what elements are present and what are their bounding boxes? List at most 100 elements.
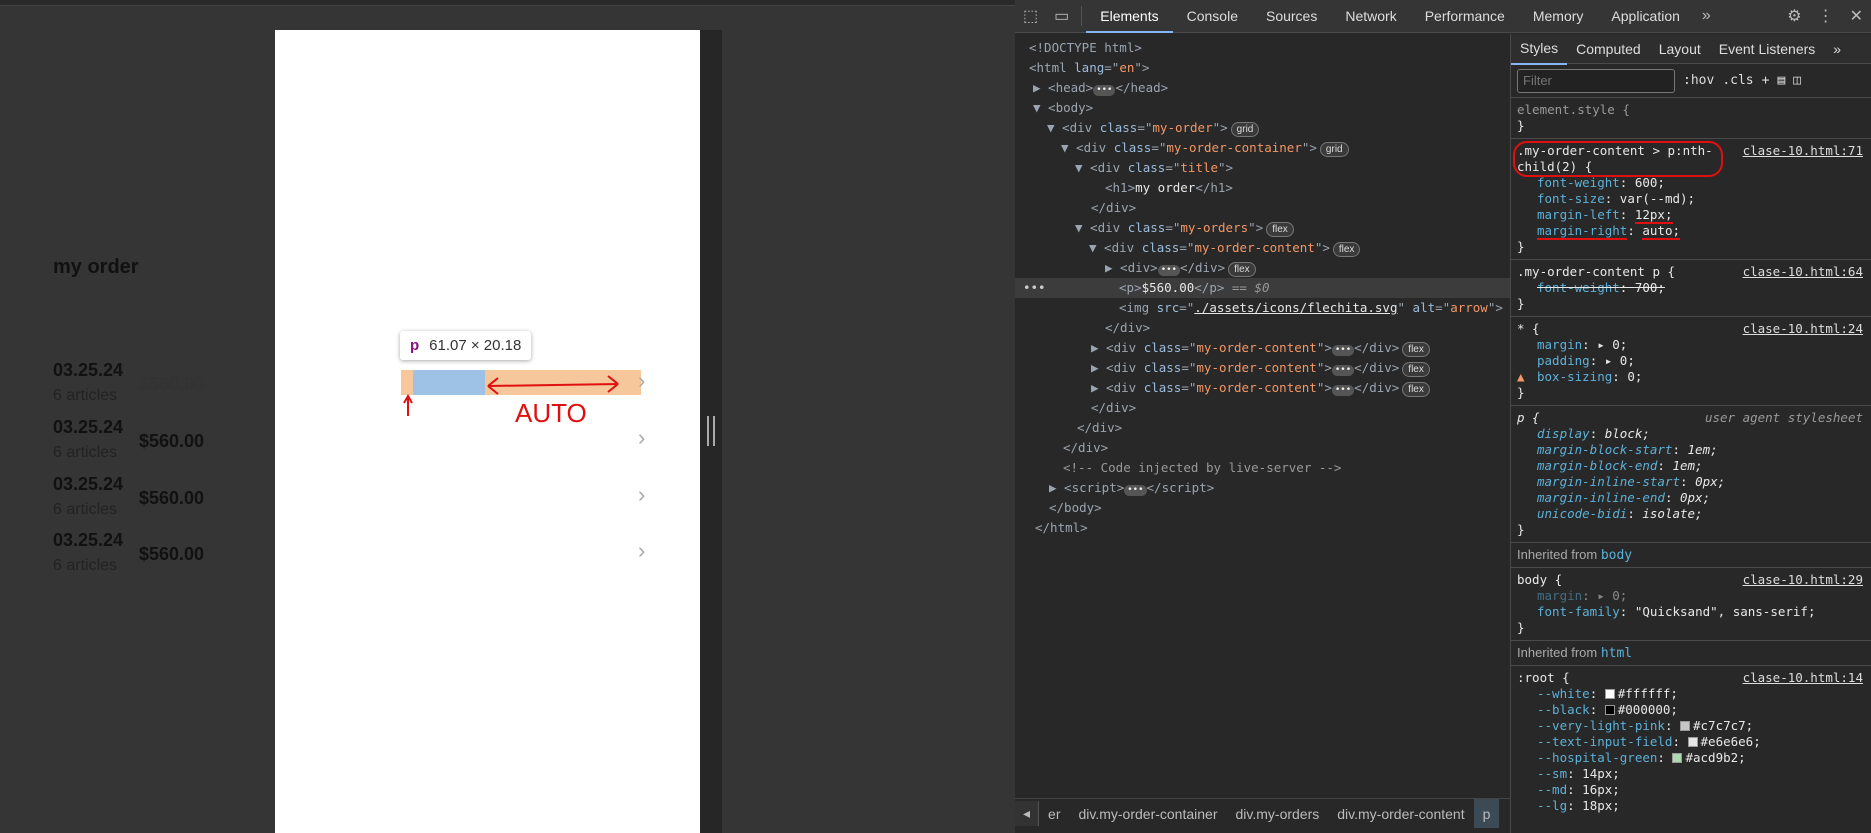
rule-element-style[interactable]: element.style {} bbox=[1511, 98, 1871, 139]
tab-memory[interactable]: Memory bbox=[1519, 0, 1598, 33]
rule-nth-child[interactable]: .my-order-content > p:nth- child(2) { cl… bbox=[1511, 139, 1871, 260]
order-row[interactable]: 03.25.24 6 articles $560.00 › bbox=[53, 417, 645, 473]
dom-close: </div> bbox=[1105, 320, 1151, 335]
paint-brush-icon[interactable]: ▤ bbox=[1777, 73, 1785, 88]
source-link[interactable]: clase-10.html:64 bbox=[1743, 264, 1863, 279]
dom-node-p-selected[interactable]: ••• <p>$560.00</p> == $0 bbox=[1015, 278, 1510, 298]
more-options-icon[interactable]: ⋮ bbox=[1810, 6, 1842, 26]
order-row[interactable]: 03.25.24 6 articles $560.00 › bbox=[53, 360, 645, 416]
tooltip-tag: p bbox=[410, 337, 420, 354]
source-link[interactable]: clase-10.html:71 bbox=[1743, 143, 1863, 158]
source-link[interactable]: clase-10.html:14 bbox=[1743, 670, 1863, 685]
dom-node-script[interactable]: ▶ <script> ••• </script> bbox=[1049, 478, 1214, 498]
chevron-right-icon[interactable]: › bbox=[638, 538, 645, 564]
more-subtabs-icon[interactable]: » bbox=[1824, 34, 1850, 64]
device-toggle-icon[interactable]: ▭ bbox=[1046, 6, 1077, 26]
dom-close: </div> bbox=[1091, 400, 1137, 415]
dom-doctype[interactable]: <!DOCTYPE html> bbox=[1029, 38, 1142, 58]
order-articles: 6 articles bbox=[53, 501, 118, 518]
breadcrumb-item[interactable]: div.my-order-container bbox=[1069, 806, 1226, 822]
devtools-tabbar: ⬚ ▭ Elements Console Sources Network Per… bbox=[1015, 0, 1871, 33]
breadcrumb-item[interactable]: div.my-orders bbox=[1227, 806, 1329, 822]
dom-node-my-orders[interactable]: ▼ <div class="my-orders"> flex bbox=[1075, 218, 1294, 238]
dom-node-h1[interactable]: <h1>my order</h1> bbox=[1105, 178, 1233, 198]
tab-console[interactable]: Console bbox=[1173, 0, 1252, 33]
subtab-styles[interactable]: Styles bbox=[1511, 33, 1568, 65]
dom-node-my-order-content[interactable]: ▶ <div class="my-order-content"> ••• </div… bbox=[1091, 358, 1430, 378]
toggle-sidebar-icon[interactable]: ◫ bbox=[1793, 73, 1801, 88]
breadcrumb-item[interactable]: div.my-order-content bbox=[1328, 806, 1473, 822]
inspect-element-icon[interactable]: ⬚ bbox=[1015, 6, 1046, 26]
color-swatch[interactable] bbox=[1680, 721, 1690, 731]
subtab-computed[interactable]: Computed bbox=[1567, 34, 1650, 64]
color-swatch[interactable] bbox=[1687, 737, 1698, 747]
order-articles: 6 articles bbox=[53, 387, 118, 404]
dom-node-body[interactable]: ▼ <body> bbox=[1033, 98, 1093, 118]
devtools-panel: ⬚ ▭ Elements Console Sources Network Per… bbox=[1015, 0, 1871, 833]
source-link[interactable]: clase-10.html:29 bbox=[1743, 572, 1863, 587]
selector-annotation-circle bbox=[1513, 141, 1723, 177]
styles-toolbar: :hov .cls + ▤ ◫ bbox=[1511, 64, 1871, 98]
tab-application[interactable]: Application bbox=[1597, 0, 1694, 33]
tab-network[interactable]: Network bbox=[1331, 0, 1410, 33]
dom-node-my-order-content[interactable]: ▼ <div class="my-order-content"> flex bbox=[1089, 238, 1361, 258]
order-price: $560.00 bbox=[139, 544, 205, 564]
dom-node-html[interactable]: <html lang="en"> bbox=[1029, 58, 1149, 78]
inherited-body-link[interactable]: body bbox=[1601, 548, 1632, 563]
dom-node-my-order-content[interactable]: ▶ <div class="my-order-content"> ••• </div… bbox=[1091, 338, 1430, 358]
element-tooltip: p 61.07 × 20.18 bbox=[400, 331, 532, 360]
tooltip-size: 61.07 × 20.18 bbox=[429, 337, 522, 354]
tab-performance[interactable]: Performance bbox=[1411, 0, 1519, 33]
dom-node-div[interactable]: ▶ <div> ••• </div> flex bbox=[1105, 258, 1256, 278]
dom-comment[interactable]: <!-- Code injected by live-server --> bbox=[1063, 458, 1341, 478]
dom-node-head[interactable]: ▶ <head> ••• </head> bbox=[1033, 78, 1168, 98]
settings-gear-icon[interactable]: ⚙ bbox=[1779, 6, 1809, 26]
order-date: 03.25.24 bbox=[53, 360, 124, 380]
subtab-layout[interactable]: Layout bbox=[1650, 34, 1710, 64]
rule-universal[interactable]: * { clase-10.html:24 margin: ▸ 0; paddin… bbox=[1511, 317, 1871, 406]
warning-icon: ▲ bbox=[1517, 369, 1525, 384]
rule-my-order-content-p[interactable]: .my-order-content p { clase-10.html:64 f… bbox=[1511, 260, 1871, 317]
order-row[interactable]: 03.25.24 6 articles $560.00 › bbox=[53, 474, 645, 530]
rule-body[interactable]: body { clase-10.html:29 margin: ▸ 0; fon… bbox=[1511, 568, 1871, 641]
styles-subtabs: Styles Computed Layout Event Listeners » bbox=[1511, 33, 1871, 65]
inherited-from-html: Inherited from html bbox=[1511, 641, 1871, 666]
resize-handle[interactable] bbox=[707, 416, 715, 446]
dom-close: </body> bbox=[1049, 500, 1102, 515]
cls-toggle[interactable]: .cls bbox=[1722, 73, 1753, 88]
breadcrumb: ◂ er div.my-order-container div.my-order… bbox=[1015, 798, 1510, 828]
color-swatch[interactable] bbox=[1604, 689, 1615, 699]
tab-sources[interactable]: Sources bbox=[1252, 0, 1331, 33]
rule-root[interactable]: :root { clase-10.html:14 --white: #fffff… bbox=[1511, 666, 1871, 818]
rule-user-agent-p[interactable]: p { user agent stylesheet display: block… bbox=[1511, 406, 1871, 543]
dom-node-img[interactable]: <img src="./assets/icons/flechita.svg" a… bbox=[1119, 298, 1503, 318]
source-link[interactable]: clase-10.html:24 bbox=[1743, 321, 1863, 336]
order-articles: 6 articles bbox=[53, 444, 118, 461]
dom-close: </div> bbox=[1063, 440, 1109, 455]
color-swatch[interactable] bbox=[1672, 753, 1683, 763]
dom-node-my-order[interactable]: ▼ <div class="my-order"> grid bbox=[1047, 118, 1260, 138]
style-rules: element.style {} .my-order-content > p:n… bbox=[1511, 98, 1871, 818]
breadcrumb-scroll-left[interactable]: ◂ bbox=[1015, 801, 1040, 826]
dom-close: </div> bbox=[1091, 200, 1137, 215]
inherited-from-body: Inherited from body bbox=[1511, 543, 1871, 568]
hov-toggle[interactable]: :hov bbox=[1683, 73, 1714, 88]
order-date: 03.25.24 bbox=[53, 530, 124, 550]
order-row[interactable]: 03.25.24 6 articles $560.00 › bbox=[53, 530, 645, 586]
close-icon[interactable]: ✕ bbox=[1842, 6, 1871, 26]
more-tabs-icon[interactable]: » bbox=[1694, 7, 1719, 25]
dom-node-my-order-content[interactable]: ▶ <div class="my-order-content"> ••• </div… bbox=[1091, 378, 1430, 398]
color-swatch[interactable] bbox=[1604, 705, 1615, 715]
filter-input[interactable] bbox=[1517, 68, 1675, 93]
breadcrumb-item-current[interactable]: p bbox=[1473, 799, 1500, 828]
subtab-event-listeners[interactable]: Event Listeners bbox=[1710, 34, 1825, 64]
user-agent-label: user agent stylesheet bbox=[1704, 410, 1863, 425]
breadcrumb-item[interactable]: er bbox=[1039, 806, 1069, 822]
chevron-right-icon[interactable]: › bbox=[638, 482, 645, 508]
dom-node-my-order-container[interactable]: ▼ <div class="my-order-container"> grid bbox=[1061, 138, 1349, 158]
inherited-html-link[interactable]: html bbox=[1601, 646, 1632, 661]
dom-node-title[interactable]: ▼ <div class="title"> bbox=[1075, 158, 1233, 178]
add-rule-icon[interactable]: + bbox=[1762, 73, 1770, 88]
page-title: my order bbox=[53, 256, 139, 278]
tab-elements[interactable]: Elements bbox=[1086, 0, 1173, 33]
